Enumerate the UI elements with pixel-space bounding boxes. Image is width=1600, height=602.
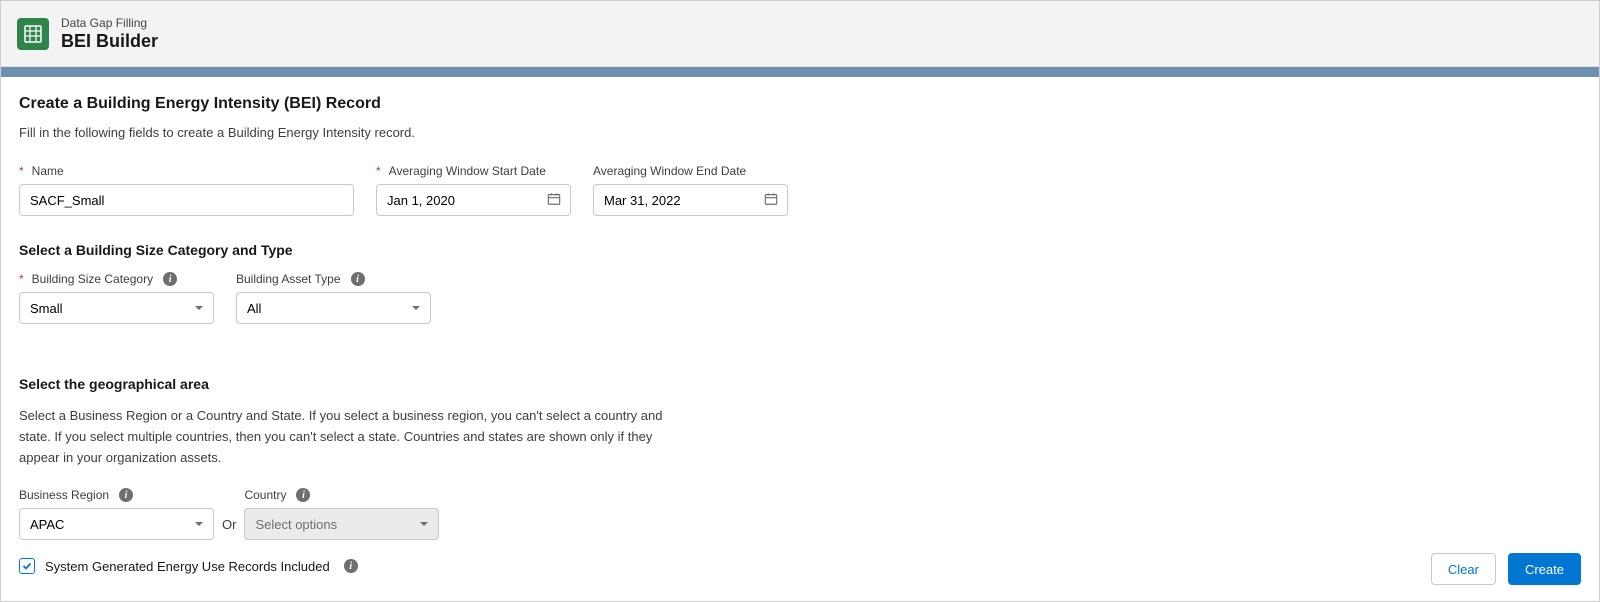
page-header: Data Gap Filling BEI Builder xyxy=(1,1,1599,67)
asset-type-select[interactable]: All xyxy=(236,292,431,324)
size-category-label: *Building Size Category i xyxy=(19,272,214,286)
system-generated-label: System Generated Energy Use Records Incl… xyxy=(45,559,330,574)
info-icon[interactable]: i xyxy=(296,488,310,502)
end-date-input[interactable] xyxy=(593,184,788,216)
country-select[interactable]: Select options xyxy=(244,508,439,540)
country-label: Country i xyxy=(244,488,439,502)
info-icon[interactable]: i xyxy=(119,488,133,502)
info-icon[interactable]: i xyxy=(163,272,177,286)
info-icon[interactable]: i xyxy=(344,559,358,573)
create-button[interactable]: Create xyxy=(1508,553,1581,585)
section-geo-title: Select the geographical area xyxy=(19,376,1581,392)
section-size-title: Select a Building Size Category and Type xyxy=(19,242,1581,258)
start-date-input[interactable] xyxy=(376,184,571,216)
header-title: BEI Builder xyxy=(61,31,158,52)
business-region-label: Business Region i xyxy=(19,488,214,502)
info-icon[interactable]: i xyxy=(351,272,365,286)
name-input[interactable] xyxy=(19,184,354,216)
clear-button[interactable]: Clear xyxy=(1431,553,1496,585)
page-description: Fill in the following fields to create a… xyxy=(19,125,1581,140)
business-region-select[interactable]: APAC xyxy=(19,508,214,540)
size-category-select[interactable]: Small xyxy=(19,292,214,324)
page-title: Create a Building Energy Intensity (BEI)… xyxy=(19,95,1581,113)
end-date-label: Averaging Window End Date xyxy=(593,164,788,178)
section-geo-description: Select a Business Region or a Country an… xyxy=(19,406,679,468)
header-subtitle: Data Gap Filling xyxy=(61,16,158,30)
name-label: *Name xyxy=(19,164,354,178)
app-icon xyxy=(17,18,49,50)
or-label: Or xyxy=(222,517,236,540)
system-generated-checkbox[interactable] xyxy=(19,558,35,574)
start-date-label: *Averaging Window Start Date xyxy=(376,164,571,178)
divider-strip xyxy=(1,67,1599,77)
asset-type-label: Building Asset Type i xyxy=(236,272,431,286)
